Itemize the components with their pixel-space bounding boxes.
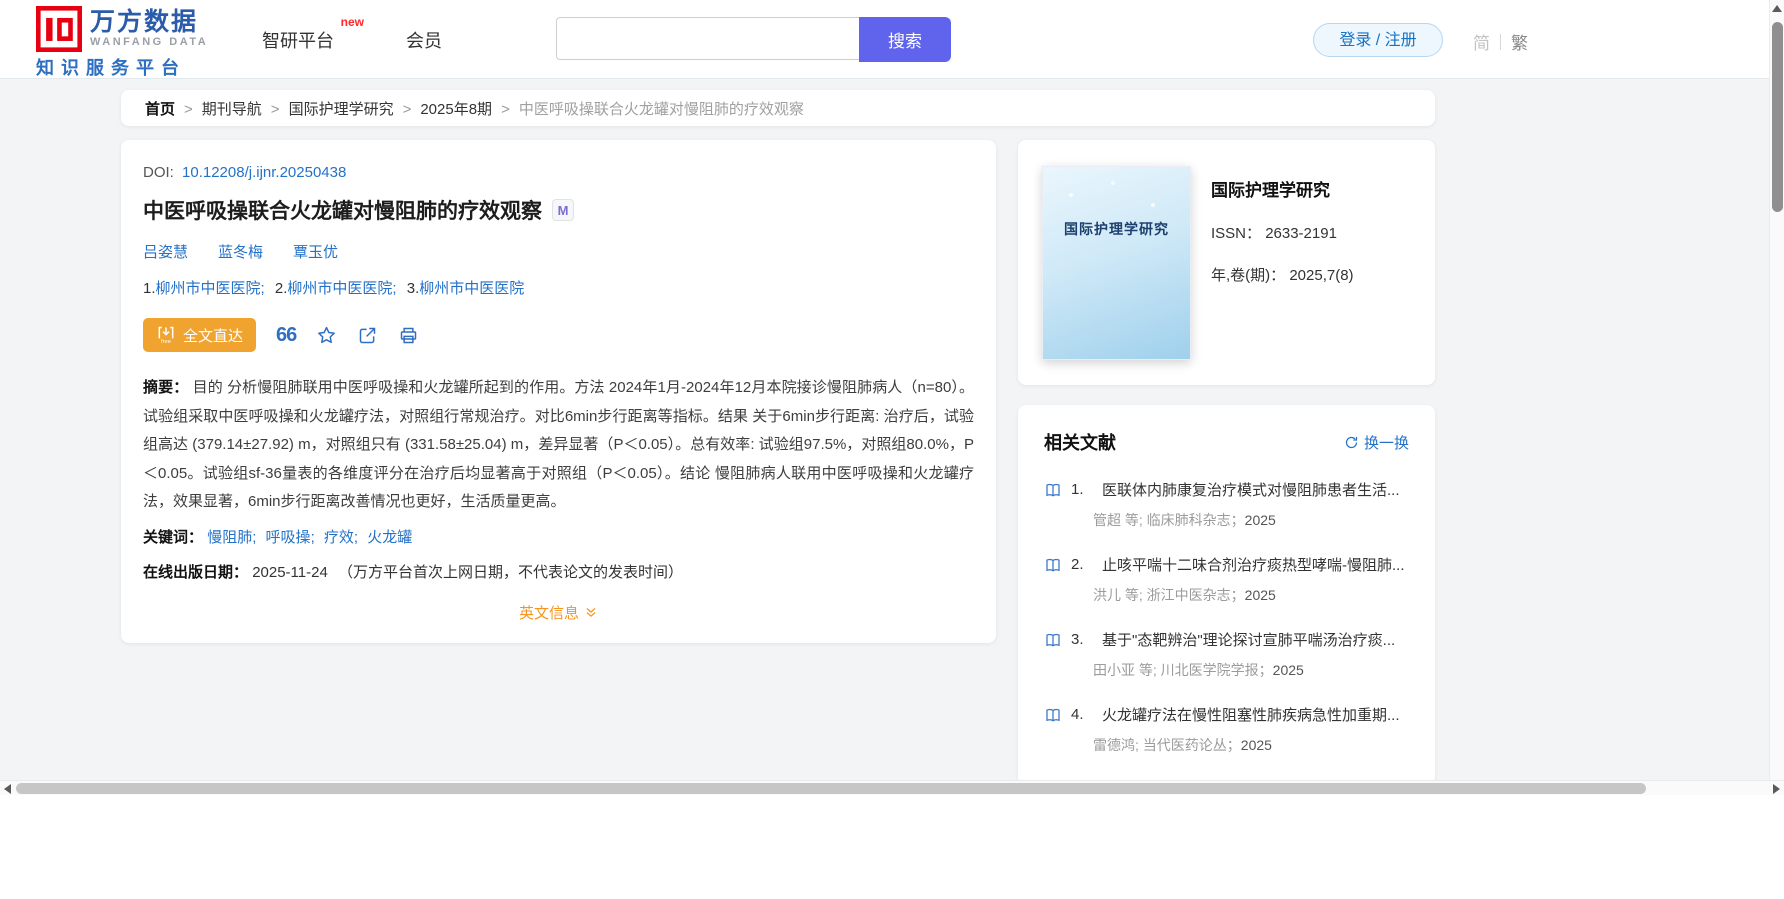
lang-divider: [1500, 33, 1501, 50]
breadcrumb-current-article: 中医呼吸操联合火龙罐对慢阻肺的疗效观察: [518, 100, 804, 118]
scroll-right-arrow[interactable]: [1773, 784, 1780, 794]
affiliation-link[interactable]: 柳州市中医医院: [419, 280, 524, 297]
related-article-link[interactable]: 止咳平喘十二味合剂治疗痰热型哮喘-慢阻肺...: [1102, 554, 1405, 575]
scroll-up-arrow[interactable]: [1772, 5, 1782, 12]
nav-member[interactable]: 会员: [406, 27, 442, 53]
keyword-link[interactable]: 慢阻肺: [207, 529, 256, 546]
nav-zhiyan-platform[interactable]: 智研平台 new: [262, 15, 364, 53]
issn-value: 2633-2191: [1265, 225, 1337, 242]
page-body: 首页 期刊导航 国际护理学研究 2025年8期 中医呼吸操联合火龙罐对慢阻肺的疗…: [0, 78, 1784, 780]
fulltext-button[interactable]: free 全文直达: [143, 318, 257, 352]
related-article-link[interactable]: 医联体内肺康复治疗模式对慢阻肺患者生活...: [1102, 479, 1400, 500]
volume-value: 2025,7(8): [1289, 267, 1354, 284]
author-link[interactable]: 蓝冬梅: [218, 241, 263, 262]
logo-cn-text: 万方数据: [90, 8, 199, 36]
affiliation-link[interactable]: 柳州市中医医院: [156, 280, 261, 297]
related-article-meta: 雷德鸿; 当代医药论丛2025: [1093, 735, 1409, 755]
free-download-icon: free: [158, 326, 174, 345]
book-icon: [1046, 633, 1060, 647]
volume-label: 年,卷(期)：: [1211, 267, 1286, 284]
vertical-scroll-thumb[interactable]: [1772, 22, 1783, 212]
svg-text:free: free: [161, 339, 171, 345]
breadcrumb-issue[interactable]: 2025年8期: [420, 98, 518, 119]
medline-badge: M: [552, 199, 574, 221]
refresh-icon: [1345, 436, 1358, 448]
related-article-link[interactable]: 火龙罐疗法在慢性阻塞性肺疾病急性加重期...: [1102, 704, 1400, 725]
share-export-icon[interactable]: [357, 325, 378, 346]
breadcrumb-journal-nav[interactable]: 期刊导航: [202, 98, 289, 119]
keyword-link[interactable]: 疗效: [324, 529, 358, 546]
related-title: 相关文献: [1044, 433, 1116, 453]
action-toolbar: free 全文直达 66: [143, 318, 974, 352]
horizontal-scrollbar[interactable]: [0, 780, 1784, 795]
refresh-related-button[interactable]: 换一换: [1344, 432, 1409, 453]
site-header: 万方数据 WANFANG DATA 知识服务平台 智研平台 new 会员 搜索 …: [0, 0, 1784, 79]
doi-label: DOI:: [143, 164, 174, 181]
author-link[interactable]: 吕姿慧: [143, 241, 188, 262]
journal-cover[interactable]: 国际护理学研究: [1042, 166, 1191, 360]
related-article-link[interactable]: 基于"态靶辨治"理论探讨宣肺平喘汤治疗痰...: [1102, 629, 1395, 650]
book-icon: [1046, 558, 1060, 572]
search-bar: 搜索: [556, 17, 951, 62]
related-item: 2. 止咳平喘十二味合剂治疗痰热型哮喘-慢阻肺... 洪儿 等; 浙江中医杂志2…: [1044, 554, 1409, 605]
language-switch: 简 繁: [1473, 29, 1528, 54]
related-item: 4. 火龙罐疗法在慢性阻塞性肺疾病急性加重期... 雷德鸿; 当代医药论丛202…: [1044, 704, 1409, 755]
print-icon[interactable]: [398, 325, 419, 346]
journal-card: 国际护理学研究 国际护理学研究 ISSN： 2633-2191 年,卷(期)： …: [1018, 140, 1435, 385]
journal-volume-row: 年,卷(期)： 2025,7(8): [1211, 264, 1411, 285]
abstract-label: 摘要：: [143, 379, 189, 396]
double-chevron-down-icon: [586, 608, 596, 617]
related-item: 1. 医联体内肺康复治疗模式对慢阻肺患者生活... 管超 等; 临床肺科杂志20…: [1044, 479, 1409, 530]
wanfang-logo[interactable]: 万方数据 WANFANG DATA 知识服务平台: [36, 6, 258, 80]
abstract: 摘要： 目的 分析慢阻肺联用中医呼吸操和火龙罐所起到的作用。方法 2024年1月…: [143, 374, 974, 517]
article-card: DOI: 10.12208/j.ijnr.20250438 中医呼吸操联合火龙罐…: [121, 140, 996, 643]
book-icon: [1046, 483, 1060, 497]
related-article-meta: 田小亚 等; 川北医学院学报2025: [1093, 660, 1409, 680]
logo-en-text: WANFANG DATA: [90, 36, 209, 48]
issn-label: ISSN：: [1211, 225, 1262, 242]
doi-link[interactable]: 10.12208/j.ijnr.20250438: [182, 164, 346, 181]
publish-date-value: 2025-11-24: [252, 563, 328, 581]
journal-cover-title: 国际护理学研究: [1064, 221, 1169, 237]
abstract-text: 目的 分析慢阻肺联用中医呼吸操和火龙罐所起到的作用。方法 2024年1月-202…: [143, 379, 974, 510]
related-item: 3. 基于"态靶辨治"理论探讨宣肺平喘汤治疗痰... 田小亚 等; 川北医学院学…: [1044, 629, 1409, 680]
wanfang-logo-icon: [36, 6, 82, 52]
author-list: 吕姿慧 蓝冬梅 覃玉优: [143, 241, 974, 262]
breadcrumb: 首页 期刊导航 国际护理学研究 2025年8期 中医呼吸操联合火龙罐对慢阻肺的疗…: [121, 90, 1435, 126]
publish-date-note: （万方平台首次上网日期，不代表论文的发表时间）: [337, 563, 683, 581]
horizontal-scroll-thumb[interactable]: [16, 783, 1646, 794]
login-register-button[interactable]: 登录 / 注册: [1313, 23, 1443, 57]
book-icon: [1046, 708, 1060, 722]
affiliation-list: 1.柳州市中医医院 2.柳州市中医医院 3.柳州市中医医院: [143, 277, 974, 298]
keyword-row: 关键词： 慢阻肺 呼吸操 疗效 火龙罐: [143, 526, 974, 547]
cite-icon[interactable]: 66: [276, 325, 297, 345]
breadcrumb-journal[interactable]: 国际护理学研究: [289, 98, 421, 119]
vertical-scrollbar[interactable]: [1769, 0, 1784, 780]
publish-date-row: 在线出版日期： 2025-11-24 （万方平台首次上网日期，不代表论文的发表时…: [143, 561, 974, 582]
related-article-meta: 管超 等; 临床肺科杂志2025: [1093, 510, 1409, 530]
favorite-star-icon[interactable]: [316, 325, 337, 346]
lang-simplified[interactable]: 简: [1473, 29, 1490, 54]
logo-subtitle: 知识服务平台: [36, 58, 186, 78]
search-button[interactable]: 搜索: [859, 17, 951, 62]
english-info-toggle[interactable]: 英文信息: [519, 602, 598, 623]
scroll-left-arrow[interactable]: [4, 784, 11, 794]
lang-traditional[interactable]: 繁: [1511, 29, 1528, 54]
author-link[interactable]: 覃玉优: [293, 241, 338, 262]
doi-row: DOI: 10.12208/j.ijnr.20250438: [143, 164, 974, 181]
journal-issn-row: ISSN： 2633-2191: [1211, 222, 1411, 243]
breadcrumb-home[interactable]: 首页: [145, 98, 202, 119]
keyword-link[interactable]: 火龙罐: [367, 529, 412, 546]
search-input[interactable]: [556, 17, 859, 60]
wanfang-article-page: 万方数据 WANFANG DATA 知识服务平台 智研平台 new 会员 搜索 …: [0, 0, 1784, 899]
new-badge: new: [340, 15, 364, 29]
publish-date-label: 在线出版日期：: [143, 563, 249, 581]
article-title: 中医呼吸操联合火龙罐对慢阻肺的疗效观察: [143, 200, 542, 223]
related-article-meta: 洪儿 等; 浙江中医杂志2025: [1093, 585, 1409, 605]
keyword-link[interactable]: 呼吸操: [266, 529, 315, 546]
related-literature-card: 相关文献 换一换 1. 医联体内肺康复治疗模式对慢阻肺患者生活... 管超 等;…: [1018, 405, 1435, 780]
affiliation-link[interactable]: 柳州市中医医院: [287, 280, 392, 297]
journal-name: 国际护理学研究: [1211, 181, 1330, 200]
keywords-label: 关键词：: [143, 528, 204, 546]
